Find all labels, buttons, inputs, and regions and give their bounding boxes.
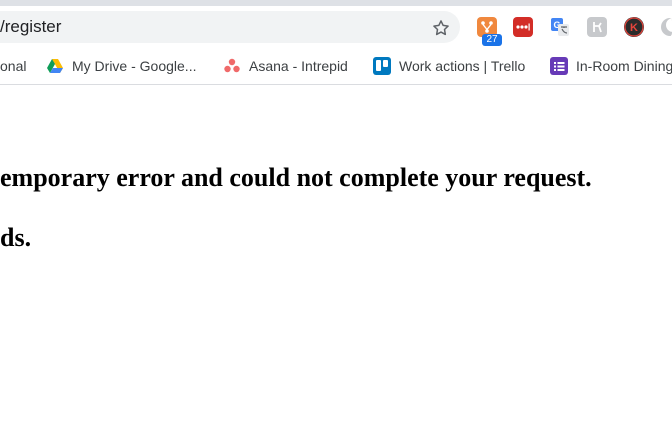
asana-icon <box>223 57 241 75</box>
google-drive-icon <box>46 57 64 75</box>
translate-icon[interactable]: G <box>550 17 570 37</box>
page-content: emporary error and could not complete yo… <box>0 85 672 430</box>
bookmark-trello[interactable]: Work actions | Trello <box>373 48 525 84</box>
address-bar[interactable] <box>0 11 460 43</box>
bookmark-asana[interactable]: Asana - Intrepid <box>223 48 348 84</box>
bookmarks-bar: onal My Drive - Google... Asana - Intrep… <box>0 48 672 85</box>
extension-icon[interactable] <box>587 17 607 37</box>
browser-toolbar: /register 27 G K <box>0 6 672 48</box>
trello-icon <box>373 57 391 75</box>
bookmark-item[interactable]: onal <box>0 48 26 84</box>
address-bar-url[interactable]: /register <box>0 6 61 48</box>
bookmark-label: My Drive - Google... <box>72 58 197 74</box>
moon-extension-icon[interactable] <box>660 17 672 37</box>
extension-badge: 27 <box>482 34 502 46</box>
bookmark-label: Work actions | Trello <box>399 58 526 74</box>
list-icon <box>550 57 568 75</box>
bookmark-in-room-dining[interactable]: In-Room Dining <box>550 48 672 84</box>
lastpass-icon[interactable] <box>513 17 533 37</box>
bookmark-label: Asana - Intrepid <box>249 58 348 74</box>
bookmark-label: onal <box>0 58 27 74</box>
svg-text:K: K <box>630 22 638 34</box>
bookmark-my-drive[interactable]: My Drive - Google... <box>46 48 196 84</box>
error-message-heading: emporary error and could not complete yo… <box>0 163 592 192</box>
bookmark-star-icon[interactable] <box>431 18 451 38</box>
profile-avatar-icon[interactable]: K <box>624 17 644 37</box>
bookmark-label: In-Room Dining <box>576 58 672 74</box>
error-message-subtext: ds. <box>0 223 32 252</box>
